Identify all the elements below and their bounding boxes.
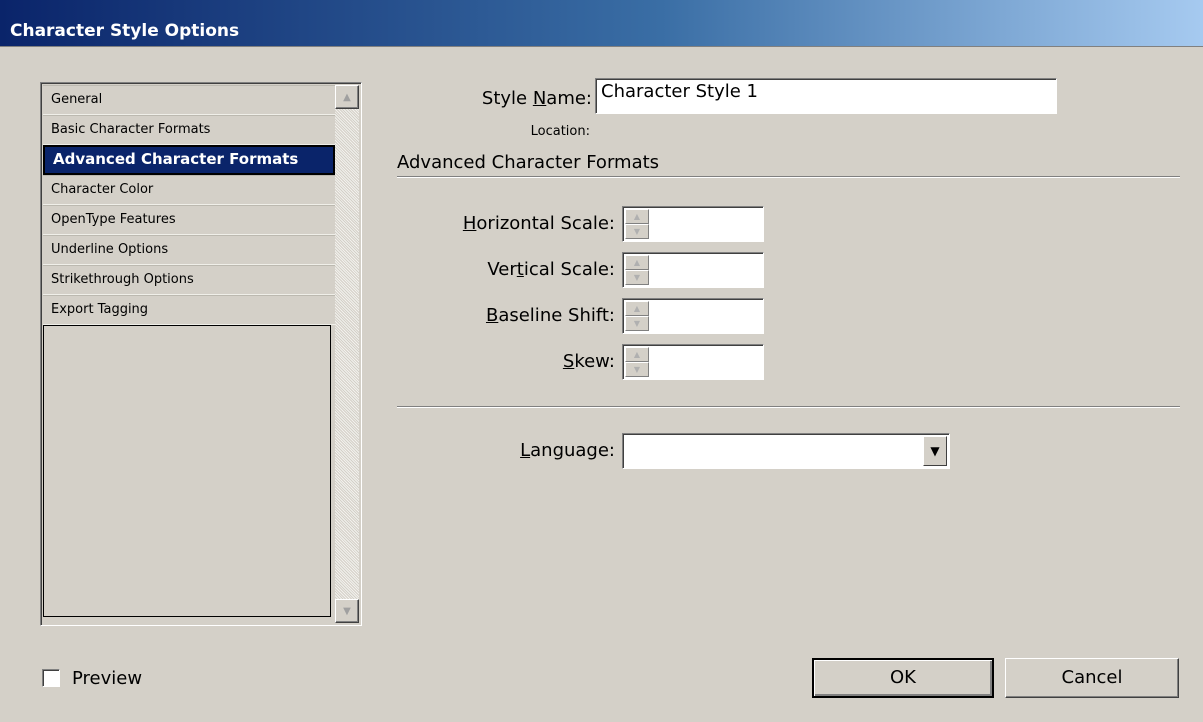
baseline-shift-stepper[interactable]: ▲ ▼ xyxy=(622,298,764,334)
horizontal-scale-arrows[interactable]: ▲ ▼ xyxy=(625,209,649,239)
stepper-down-icon[interactable]: ▼ xyxy=(625,270,649,285)
stepper-up-icon[interactable]: ▲ xyxy=(625,347,649,362)
skew-arrows[interactable]: ▲ ▼ xyxy=(625,347,649,377)
skew-label: Skew: xyxy=(562,351,615,372)
language-dropdown-button[interactable]: ▼ xyxy=(923,436,947,466)
stepper-down-icon[interactable]: ▼ xyxy=(625,362,649,377)
baseline-shift-label: Baseline Shift: xyxy=(485,305,615,326)
chevron-down-icon: ▼ xyxy=(930,444,940,458)
stepper-up-icon[interactable]: ▲ xyxy=(625,255,649,270)
category-item-strikethrough-options[interactable]: Strikethrough Options xyxy=(43,265,335,295)
horizontal-scale-stepper[interactable]: ▲ ▼ xyxy=(622,206,764,242)
baseline-shift-arrows[interactable]: ▲ ▼ xyxy=(625,301,649,331)
title-bar[interactable]: Character Style Options xyxy=(0,0,1203,47)
category-item-underline-options[interactable]: Underline Options xyxy=(43,235,335,265)
stepper-up-icon[interactable]: ▲ xyxy=(625,209,649,224)
category-item-character-color[interactable]: Character Color xyxy=(43,175,335,205)
ok-button[interactable]: OK xyxy=(812,658,994,698)
style-name-input[interactable]: Character Style 1 xyxy=(595,78,1057,114)
language-label: Language: xyxy=(520,440,615,461)
horizontal-scale-label: Horizontal Scale: xyxy=(462,213,615,234)
category-item-advanced-character-formats[interactable]: Advanced Character Formats xyxy=(43,145,335,175)
category-item-opentype-features[interactable]: OpenType Features xyxy=(43,205,335,235)
category-item-basic-character-formats[interactable]: Basic Character Formats xyxy=(43,115,335,145)
scroll-down-button[interactable]: ▼ xyxy=(335,599,359,623)
vertical-scale-label: Vertical Scale: xyxy=(487,259,615,280)
scroll-down-arrow-icon: ▼ xyxy=(343,605,351,617)
preview-label[interactable]: Preview xyxy=(72,668,142,689)
category-list: General Basic Character Formats Advanced… xyxy=(40,82,362,626)
scroll-up-button[interactable]: ▲ xyxy=(335,85,359,109)
section-divider xyxy=(397,176,1180,178)
skew-stepper[interactable]: ▲ ▼ xyxy=(622,344,764,380)
category-list-scrollbar[interactable]: ▲ ▼ xyxy=(335,85,359,623)
location-label: Location: xyxy=(530,124,590,139)
window-title: Character Style Options xyxy=(10,21,240,41)
stepper-down-icon[interactable]: ▼ xyxy=(625,316,649,331)
preview-checkbox[interactable] xyxy=(42,669,60,687)
category-list-empty-area xyxy=(43,325,331,617)
vertical-scale-stepper[interactable]: ▲ ▼ xyxy=(622,252,764,288)
stepper-down-icon[interactable]: ▼ xyxy=(625,224,649,239)
stepper-up-icon[interactable]: ▲ xyxy=(625,301,649,316)
vertical-scale-arrows[interactable]: ▲ ▼ xyxy=(625,255,649,285)
section-title: Advanced Character Formats xyxy=(397,152,660,173)
cancel-button[interactable]: Cancel xyxy=(1005,658,1179,698)
style-name-label: Style Name: xyxy=(481,88,592,109)
category-item-export-tagging[interactable]: Export Tagging xyxy=(43,295,335,325)
scroll-up-arrow-icon: ▲ xyxy=(343,91,351,103)
language-divider xyxy=(397,406,1180,408)
category-item-general[interactable]: General xyxy=(43,85,335,115)
language-select[interactable]: ▼ xyxy=(622,433,950,469)
